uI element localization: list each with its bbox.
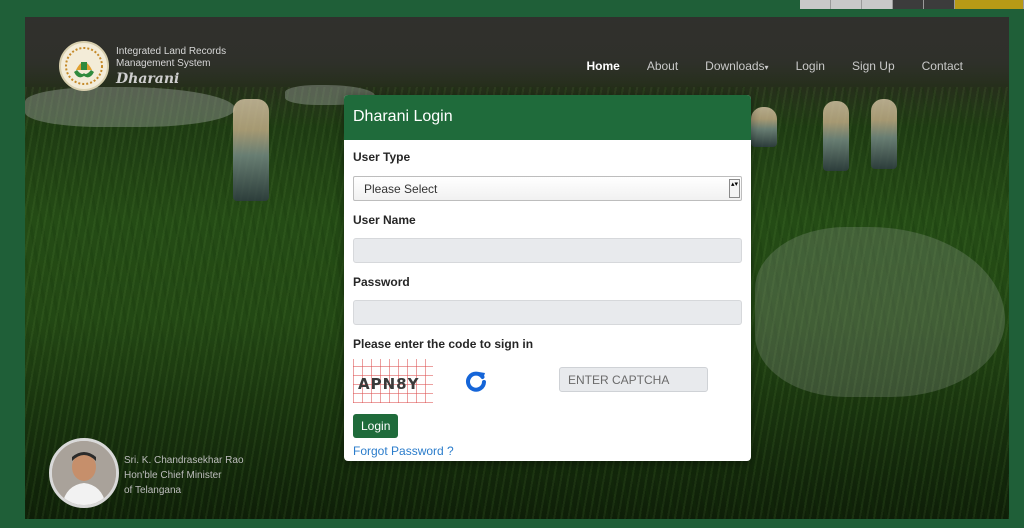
captcha-input[interactable]: ENTER CAPTCHA <box>559 367 708 392</box>
user-type-label: User Type <box>353 150 411 164</box>
cm-avatar <box>49 438 119 508</box>
login-panel: Dharani Login User Type Please Select ▴▾… <box>344 95 751 461</box>
captcha-row: APN8Y ENTER CAPTCHA <box>353 359 742 403</box>
contrast-button[interactable] <box>924 0 955 9</box>
cm-title: Hon'ble Chief Minister <box>124 470 222 481</box>
site-header: Integrated Land Records Management Syste… <box>25 17 1009 97</box>
dharani-logo-icon <box>59 41 109 91</box>
select-arrow-icon: ▴▾ <box>729 179 740 198</box>
farmer-figure <box>233 99 269 201</box>
main-nav: Home About Downloads▾ Login Sign Up Cont… <box>559 59 963 73</box>
login-button[interactable]: Login <box>353 414 399 438</box>
font-size-button[interactable] <box>862 0 893 9</box>
nav-downloads-label: Downloads <box>705 59 765 73</box>
login-form: User Type Please Select ▴▾ User Name Pas… <box>344 140 751 461</box>
system-name-line: Integrated Land Records <box>116 45 227 57</box>
brand-name: Dharani <box>116 70 180 87</box>
farmer-figure <box>751 107 777 147</box>
nav-login[interactable]: Login <box>796 59 825 73</box>
farmer-figure <box>871 99 897 169</box>
nav-contact[interactable]: Contact <box>922 59 963 73</box>
captcha-image: APN8Y <box>353 359 433 403</box>
cm-name: Sri. K. Chandrasekhar Rao <box>124 455 244 466</box>
site-logo[interactable]: Integrated Land Records Management Syste… <box>59 41 226 91</box>
user-type-selected-value: Please Select <box>364 182 438 196</box>
user-name-label: User Name <box>353 213 416 227</box>
contrast-button[interactable] <box>893 0 924 9</box>
user-type-select[interactable]: Please Select ▴▾ <box>353 176 742 201</box>
farmer-figure <box>823 101 849 171</box>
nav-home[interactable]: Home <box>586 59 619 73</box>
user-name-input[interactable] <box>353 238 742 263</box>
nav-signup[interactable]: Sign Up <box>852 59 895 73</box>
font-size-button[interactable] <box>800 0 831 9</box>
refresh-icon[interactable] <box>464 369 488 393</box>
nav-about[interactable]: About <box>647 59 678 73</box>
cm-caption: Sri. K. Chandrasekhar Rao Hon'ble Chief … <box>124 453 244 498</box>
chevron-down-icon: ▾ <box>764 63 769 72</box>
captcha-label: Please enter the code to sign in <box>353 337 534 351</box>
language-button[interactable] <box>955 0 1024 9</box>
password-label: Password <box>353 275 410 289</box>
system-name-line: Management System <box>116 57 211 69</box>
password-input[interactable] <box>353 300 742 325</box>
forgot-password-link[interactable]: Forgot Password ? <box>353 444 742 458</box>
captcha-code: APN8Y <box>358 375 420 393</box>
hero-background: Integrated Land Records Management Syste… <box>25 17 1009 519</box>
cm-state: of Telangana <box>124 485 182 496</box>
nav-downloads[interactable]: Downloads▾ <box>705 59 768 73</box>
login-title: Dharani Login <box>344 95 751 140</box>
accessibility-toolbar <box>800 0 1024 9</box>
logo-text: Integrated Land Records Management Syste… <box>116 46 226 87</box>
font-size-button[interactable] <box>831 0 862 9</box>
